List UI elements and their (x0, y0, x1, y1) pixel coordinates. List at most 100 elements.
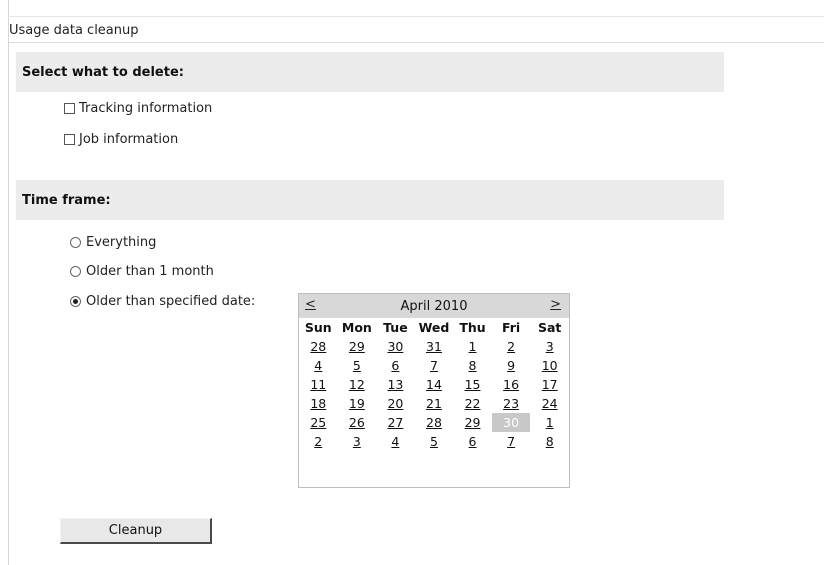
calendar-day-cell[interactable]: 15 (453, 375, 492, 394)
calendar-day[interactable]: 26 (349, 415, 365, 430)
calendar-day[interactable]: 6 (391, 358, 399, 373)
calendar-day-cell[interactable]: 30 (376, 337, 415, 356)
calendar-day-cell[interactable]: 31 (415, 337, 454, 356)
calendar-day-cell[interactable]: 23 (492, 394, 531, 413)
calendar-day-cell[interactable]: 3 (338, 432, 377, 451)
calendar-day[interactable]: 19 (349, 396, 365, 411)
job-info-option[interactable]: Job information (64, 132, 178, 147)
calendar-day-cell[interactable]: 25 (299, 413, 338, 432)
calendar-day-cell[interactable]: 8 (530, 432, 569, 451)
calendar-day-cell[interactable]: 20 (376, 394, 415, 413)
cleanup-button[interactable]: Cleanup (60, 518, 212, 544)
next-month-link[interactable]: > (550, 297, 561, 312)
calendar-day-cell[interactable]: 27 (376, 413, 415, 432)
calendar-day-cell[interactable]: 10 (530, 356, 569, 375)
calendar-day[interactable]: 14 (426, 377, 442, 392)
calendar-day-cell[interactable]: 11 (299, 375, 338, 394)
calendar-day-cell[interactable]: 24 (530, 394, 569, 413)
tracking-info-option[interactable]: Tracking information (64, 101, 212, 116)
calendar-day[interactable]: 25 (310, 415, 326, 430)
calendar-day-cell[interactable]: 4 (376, 432, 415, 451)
calendar-day[interactable]: 5 (353, 358, 361, 373)
calendar-day-cell[interactable]: 7 (415, 356, 454, 375)
calendar-day-cell[interactable]: 28 (415, 413, 454, 432)
calendar-day-cell[interactable]: 26 (338, 413, 377, 432)
calendar-day[interactable]: 3 (546, 339, 554, 354)
calendar-day-cell[interactable]: 29 (338, 337, 377, 356)
calendar-day[interactable]: 2 (314, 434, 322, 449)
calendar-day[interactable]: 5 (430, 434, 438, 449)
calendar-day-cell[interactable]: 2 (492, 337, 531, 356)
calendar-day-cell[interactable]: 18 (299, 394, 338, 413)
everything-radio[interactable] (70, 237, 81, 248)
calendar-day[interactable]: 30 (503, 415, 519, 430)
calendar-day[interactable]: 28 (426, 415, 442, 430)
calendar-day[interactable]: 29 (465, 415, 481, 430)
calendar-day-cell[interactable]: 4 (299, 356, 338, 375)
calendar-day[interactable]: 16 (503, 377, 519, 392)
calendar-day[interactable]: 6 (469, 434, 477, 449)
calendar-day-cell[interactable]: 2 (299, 432, 338, 451)
older-than-date-radio[interactable] (70, 296, 81, 307)
calendar-day-cell[interactable]: 6 (376, 356, 415, 375)
calendar-day[interactable]: 2 (507, 339, 515, 354)
job-info-checkbox[interactable] (64, 134, 75, 145)
calendar-day-cell[interactable]: 22 (453, 394, 492, 413)
calendar-day[interactable]: 27 (387, 415, 403, 430)
calendar-day[interactable]: 22 (465, 396, 481, 411)
calendar-day-cell[interactable]: 19 (338, 394, 377, 413)
calendar-day[interactable]: 7 (430, 358, 438, 373)
calendar-day-cell[interactable]: 7 (492, 432, 531, 451)
calendar-day[interactable]: 20 (387, 396, 403, 411)
weekday-row: Sun Mon Tue Wed Thu Fri Sat (299, 318, 569, 337)
calendar-day-cell[interactable]: 29 (453, 413, 492, 432)
calendar-day[interactable]: 8 (469, 358, 477, 373)
calendar-day-cell[interactable]: 3 (530, 337, 569, 356)
calendar-day[interactable]: 12 (349, 377, 365, 392)
calendar-day-cell[interactable]: 12 (338, 375, 377, 394)
calendar-day[interactable]: 18 (310, 396, 326, 411)
calendar-day[interactable]: 3 (353, 434, 361, 449)
everything-label: Everything (86, 235, 157, 250)
everything-option[interactable]: Everything (70, 235, 156, 250)
calendar-day[interactable]: 31 (426, 339, 442, 354)
calendar-day-cell[interactable]: 14 (415, 375, 454, 394)
calendar-day-cell[interactable]: 8 (453, 356, 492, 375)
prev-month-link[interactable]: < (305, 297, 316, 312)
calendar-day[interactable]: 9 (507, 358, 515, 373)
calendar-day[interactable]: 11 (310, 377, 326, 392)
calendar-day[interactable]: 1 (546, 415, 554, 430)
calendar-day[interactable]: 30 (387, 339, 403, 354)
calendar-day-cell[interactable]: 30 (491, 413, 531, 432)
calendar-day[interactable]: 24 (542, 396, 558, 411)
calendar-day[interactable]: 28 (310, 339, 326, 354)
calendar-day-cell[interactable]: 13 (376, 375, 415, 394)
calendar-day[interactable]: 17 (542, 377, 558, 392)
calendar-day[interactable]: 1 (469, 339, 477, 354)
calendar-day-cell[interactable]: 17 (530, 375, 569, 394)
older-than-month-radio[interactable] (70, 266, 81, 277)
calendar-day-cell[interactable]: 9 (492, 356, 531, 375)
calendar-day[interactable]: 13 (387, 377, 403, 392)
weekday-header: Wed (418, 320, 450, 335)
calendar-day-cell[interactable]: 28 (299, 337, 338, 356)
calendar-day[interactable]: 10 (542, 358, 558, 373)
calendar-day[interactable]: 23 (503, 396, 519, 411)
calendar-day-cell[interactable]: 1 (453, 337, 492, 356)
calendar-day-cell[interactable]: 21 (415, 394, 454, 413)
calendar-day[interactable]: 8 (546, 434, 554, 449)
calendar-day-cell[interactable]: 1 (530, 413, 569, 432)
calendar-day[interactable]: 4 (391, 434, 399, 449)
older-than-date-option[interactable]: Older than specified date: (70, 294, 255, 309)
calendar-day[interactable]: 21 (426, 396, 442, 411)
older-than-month-option[interactable]: Older than 1 month (70, 264, 214, 279)
calendar-day[interactable]: 15 (465, 377, 481, 392)
calendar-day-cell[interactable]: 5 (415, 432, 454, 451)
calendar-day-cell[interactable]: 16 (492, 375, 531, 394)
tracking-info-checkbox[interactable] (64, 103, 75, 114)
calendar-day-cell[interactable]: 6 (453, 432, 492, 451)
calendar-day[interactable]: 4 (314, 358, 322, 373)
calendar-day[interactable]: 7 (507, 434, 515, 449)
calendar-day[interactable]: 29 (349, 339, 365, 354)
calendar-day-cell[interactable]: 5 (338, 356, 377, 375)
